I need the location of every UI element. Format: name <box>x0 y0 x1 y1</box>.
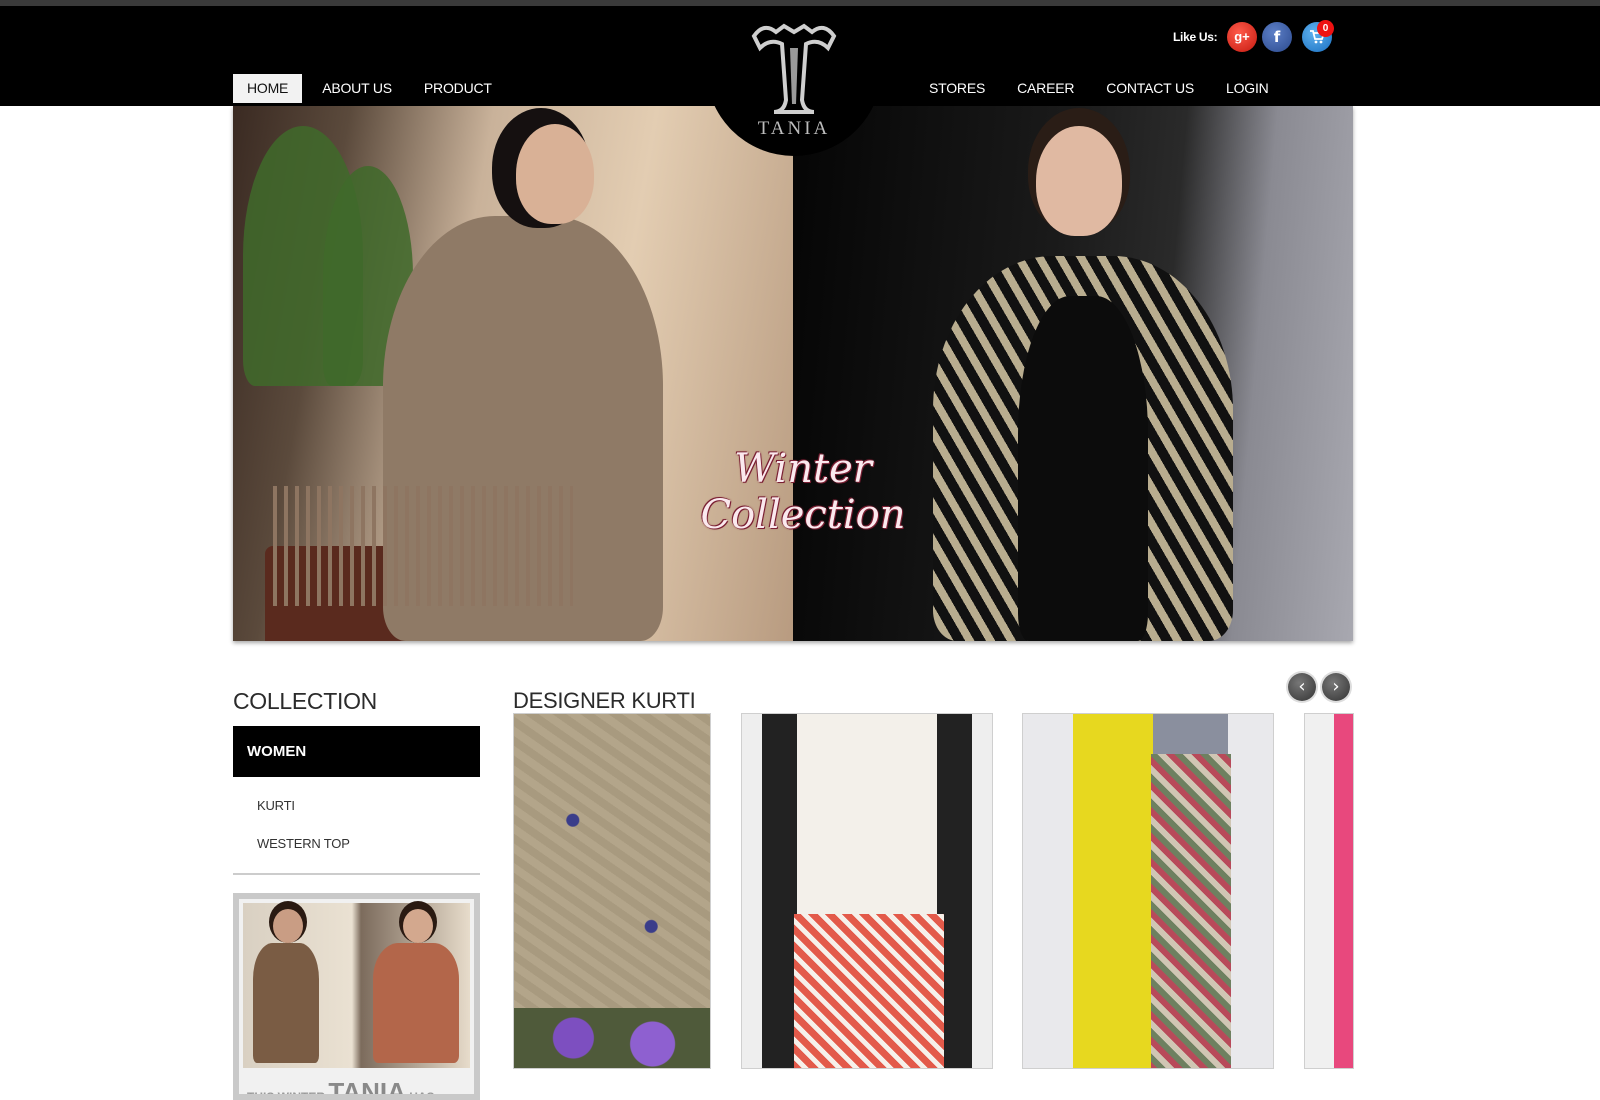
product-image <box>1305 714 1353 1068</box>
cart-count-badge: 0 <box>1317 20 1334 37</box>
product-card[interactable] <box>1304 713 1354 1069</box>
hero-title-line2: Collection <box>700 492 906 538</box>
brand-logo[interactable]: TANIA <box>706 6 882 156</box>
main-nav-left: HOME ABOUT US PRODUCT <box>233 74 508 103</box>
brand-name: TANIA <box>757 118 831 139</box>
promo-banner[interactable]: THIS WINTER TANIA HAS <box>233 893 480 1100</box>
hero-title-line1: Winter <box>734 446 872 492</box>
sidebar-item-western-top[interactable]: WESTERN TOP <box>257 836 350 851</box>
carousel-next-button[interactable]: › <box>1322 673 1350 701</box>
product-card[interactable] <box>1022 713 1274 1069</box>
hero-banner[interactable]: Winter Collection <box>233 106 1353 641</box>
product-card[interactable] <box>741 713 993 1069</box>
designer-kurti-heading: DESIGNER KURTI <box>513 688 696 713</box>
monogram-t-icon <box>751 23 837 114</box>
nav-stores[interactable]: STORES <box>913 74 1001 103</box>
sidebar-item-kurti[interactable]: KURTI <box>257 798 295 813</box>
promo-brand: TANIA <box>328 1077 406 1100</box>
collection-heading: COLLECTION <box>233 688 377 714</box>
hero-image-left <box>233 106 793 641</box>
main-nav-right: STORES CAREER CONTACT US LOGIN <box>913 74 1285 103</box>
carousel-prev-button[interactable]: ‹ <box>1288 673 1316 701</box>
nav-home[interactable]: HOME <box>233 74 303 103</box>
hero-image-right <box>793 106 1353 641</box>
promo-prefix: THIS WINTER <box>247 1090 325 1100</box>
promo-caption: THIS WINTER TANIA HAS <box>247 1077 474 1100</box>
product-image <box>1023 714 1273 1068</box>
sidebar-divider <box>233 873 480 875</box>
category-women[interactable]: WOMEN <box>233 726 480 777</box>
promo-suffix: HAS <box>409 1090 435 1100</box>
promo-image <box>243 903 470 1068</box>
nav-login[interactable]: LOGIN <box>1210 74 1285 103</box>
facebook-icon[interactable]: f <box>1262 22 1292 52</box>
nav-product[interactable]: PRODUCT <box>408 74 508 103</box>
nav-about-us[interactable]: ABOUT US <box>306 74 408 103</box>
product-card[interactable] <box>513 713 711 1069</box>
hero-title: Winter Collection <box>653 446 953 538</box>
nav-contact-us[interactable]: CONTACT US <box>1090 74 1210 103</box>
like-us-label: Like Us: <box>1173 30 1218 44</box>
google-plus-icon[interactable]: g+ <box>1227 22 1257 52</box>
nav-career[interactable]: CAREER <box>1001 74 1090 103</box>
